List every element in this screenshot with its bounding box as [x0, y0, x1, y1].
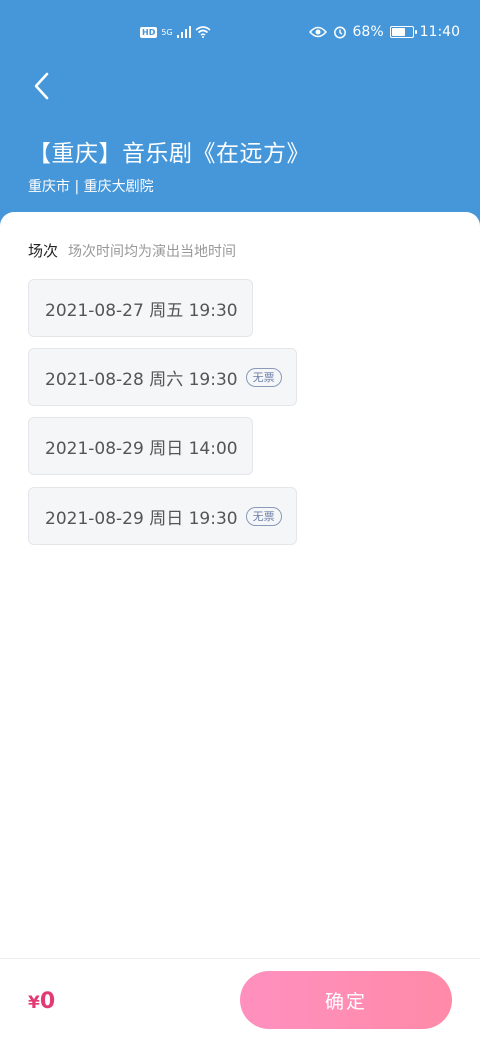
battery-level	[391, 28, 405, 36]
session-label: 2021-08-29 周日 14:00	[45, 438, 238, 459]
header: HD 5G 68% 11:40 【重庆】音乐剧《在远方》 重庆市 | 重庆大剧院	[0, 0, 480, 240]
sold-out-badge: 无票	[245, 506, 282, 526]
section-note: 场次时间均为演出当地时间	[68, 244, 237, 260]
chevron-left-icon	[34, 72, 49, 100]
system-indicators: 68% 11:40	[308, 24, 460, 40]
battery-icon	[389, 26, 417, 38]
section-header: 场次 场次时间均为演出当地时间	[28, 240, 236, 261]
status-bar: HD 5G 68% 11:40	[0, 22, 480, 48]
footer-bar: ¥0 确定	[0, 958, 480, 1040]
total-price: ¥0	[28, 989, 55, 1014]
alarm-icon	[333, 26, 346, 39]
eye-icon	[308, 26, 327, 38]
session-option[interactable]: 2021-08-28 周六 19:30 无票	[28, 348, 297, 406]
section-title: 场次	[28, 242, 59, 260]
network-indicators: HD 5G	[140, 26, 211, 38]
sold-out-badge: 无票	[245, 367, 282, 387]
session-option[interactable]: 2021-08-29 周日 14:00	[28, 417, 253, 475]
confirm-button[interactable]: 确定	[240, 971, 452, 1029]
wifi-icon	[195, 26, 211, 38]
currency-symbol: ¥	[28, 993, 40, 1013]
battery-percent: 68%	[352, 24, 384, 40]
session-label: 2021-08-28 周六 19:30	[45, 369, 238, 390]
event-venue: 重庆市 | 重庆大剧院	[28, 179, 154, 195]
session-option[interactable]: 2021-08-29 周日 19:30 无票	[28, 487, 297, 545]
price-value: 0	[39, 989, 56, 1014]
session-sheet: 场次 场次时间均为演出当地时间 2021-08-27 周五 19:30 2021…	[0, 212, 480, 1040]
clock: 11:40	[419, 24, 460, 40]
hd-badge: HD	[140, 26, 158, 38]
session-label: 2021-08-29 周日 19:30	[45, 508, 238, 529]
signal-icon	[176, 26, 191, 38]
network-type: 5G	[161, 27, 173, 37]
back-button[interactable]	[22, 66, 62, 106]
event-title: 【重庆】音乐剧《在远方》	[28, 141, 310, 167]
session-option[interactable]: 2021-08-27 周五 19:30	[28, 279, 253, 337]
session-label: 2021-08-27 周五 19:30	[45, 300, 238, 321]
